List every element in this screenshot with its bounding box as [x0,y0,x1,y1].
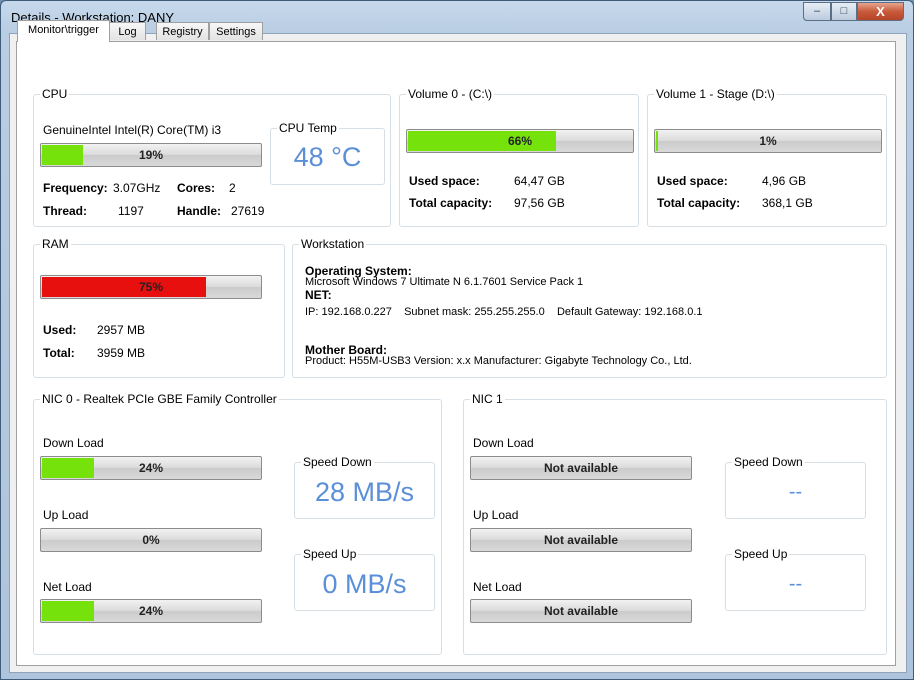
cpu-name: GenuineIntel Intel(R) Core(TM) i3 [43,123,222,137]
nic0-caption: NIC 0 - Realtek PCIe GBE Family Controll… [40,392,279,406]
handle-label: Handle: [177,204,222,218]
nic0-down-bar: 24% [40,456,262,480]
cpu-temp-caption: CPU Temp [277,121,339,135]
nic1-net-label: Net Load [473,580,522,594]
volume1-group: Volume 1 - Stage (D:\) 1% Used space: 4,… [647,87,887,227]
volume0-usage-bar: 66% [406,129,634,153]
nic0-net-bar: 24% [40,599,262,623]
cores-label: Cores: [177,181,216,195]
nic1-speed-down-value: -- [788,481,803,503]
nic1-speed-down-caption: Speed Down [732,455,805,469]
nic1-up-bar: Not available [470,528,692,552]
volume1-used-label: Used space: [657,174,728,188]
cpu-usage-bar: 19% [40,143,262,167]
volume1-used-value: 4,96 GB [762,174,807,188]
ram-group: RAM 75% Used: 2957 MB Total: 3959 MB [33,237,285,378]
motherboard-value: Product: H55M-USB3 Version: x.x Manufact… [305,355,692,367]
nic1-down-bar: Not available [470,456,692,480]
thread-label: Thread: [43,204,88,218]
ram-used-label: Used: [43,323,77,337]
nic0-speed-up-group: Speed Up 0 MB/s [294,547,435,611]
ram-usage-text: 75% [138,280,164,294]
nic0-speed-down-caption: Speed Down [301,455,374,469]
nic1-speed-up-value: -- [788,573,803,595]
volume0-capacity-value: 97,56 GB [514,196,565,210]
nic1-net-bar: Not available [470,599,692,623]
nic0-net-text: 24% [138,604,164,618]
nic0-speed-down-group: Speed Down 28 MB/s [294,455,435,519]
nic0-speed-up-value: 0 MB/s [322,569,407,599]
cpu-group: CPU GenuineIntel Intel(R) Core(TM) i3 19… [33,87,391,227]
nic1-speed-up-caption: Speed Up [732,547,790,561]
volume0-caption: Volume 0 - (C:\) [406,87,495,101]
nic0-up-label: Up Load [43,508,89,522]
nic1-net-text: Not available [543,604,619,618]
close-button[interactable]: X [857,2,904,21]
ram-caption: RAM [40,237,71,251]
cores-value: 2 [229,181,236,195]
nic1-speed-up-group: Speed Up -- [725,547,866,611]
volume1-capacity-label: Total capacity: [657,196,741,210]
volume0-used-value: 64,47 GB [514,174,565,188]
ram-usage-bar: 75% [40,275,262,299]
ram-used-value: 2957 MB [97,323,146,337]
nic1-group: NIC 1 Down Load Not available Up Load No… [463,392,887,655]
thread-value: 1197 [118,204,144,218]
volume1-capacity-value: 368,1 GB [762,196,813,210]
cpu-caption: CPU [40,87,70,101]
minimize-button[interactable]: – [803,2,831,21]
volume0-usage-text: 66% [507,134,533,148]
tab-page-monitor: CPU GenuineIntel Intel(R) Core(TM) i3 19… [16,41,896,666]
main-window: Details - Workstation: DANY – □ X Monito… [0,0,914,680]
ram-total-value: 3959 MB [97,346,146,360]
cpu-temp-value: 48 °C [293,142,362,172]
workstation-caption: Workstation [299,237,367,251]
frequency-value: 3.07GHz [113,181,161,195]
volume0-capacity-label: Total capacity: [409,196,493,210]
nic1-up-text: Not available [543,533,619,547]
cpu-usage-text: 19% [138,148,164,162]
handle-value: 27619 [231,204,265,218]
nic0-up-text: 0% [142,533,160,547]
tab-registry[interactable]: Registry [156,22,209,40]
volume1-usage-text: 1% [759,134,777,148]
volume1-usage-bar: 1% [654,129,882,153]
nic0-speed-down-value: 28 MB/s [314,477,415,507]
tab-settings[interactable]: Settings [209,22,263,40]
os-value: Microsoft Windows 7 Ultimate N 6.1.7601 … [305,276,584,288]
nic0-down-text: 24% [138,461,164,475]
ram-total-label: Total: [43,346,75,360]
tab-log[interactable]: Log [109,22,146,40]
nic1-caption: NIC 1 [470,392,505,406]
volume0-group: Volume 0 - (C:\) 66% Used space: 64,47 G… [399,87,639,227]
nic0-speed-up-caption: Speed Up [301,547,359,561]
cpu-temp-group: CPU Temp 48 °C [270,121,385,185]
nic1-up-label: Up Load [473,508,519,522]
nic1-down-text: Not available [543,461,619,475]
net-label: NET: [305,288,332,302]
nic1-down-label: Down Load [473,436,534,450]
workstation-group: Workstation Operating System: Microsoft … [292,237,887,378]
frequency-label: Frequency: [43,181,108,195]
volume0-used-label: Used space: [409,174,480,188]
nic1-speed-down-group: Speed Down -- [725,455,866,519]
nic0-net-label: Net Load [43,580,92,594]
tab-monitor-trigger[interactable]: Monitor\trigger [17,20,110,42]
net-value: IP: 192.168.0.227 Subnet mask: 255.255.2… [305,306,703,318]
volume1-caption: Volume 1 - Stage (D:\) [654,87,777,101]
nic0-group: NIC 0 - Realtek PCIe GBE Family Controll… [33,392,442,655]
nic0-up-bar: 0% [40,528,262,552]
maximize-button[interactable]: □ [831,2,857,21]
nic0-down-label: Down Load [43,436,104,450]
